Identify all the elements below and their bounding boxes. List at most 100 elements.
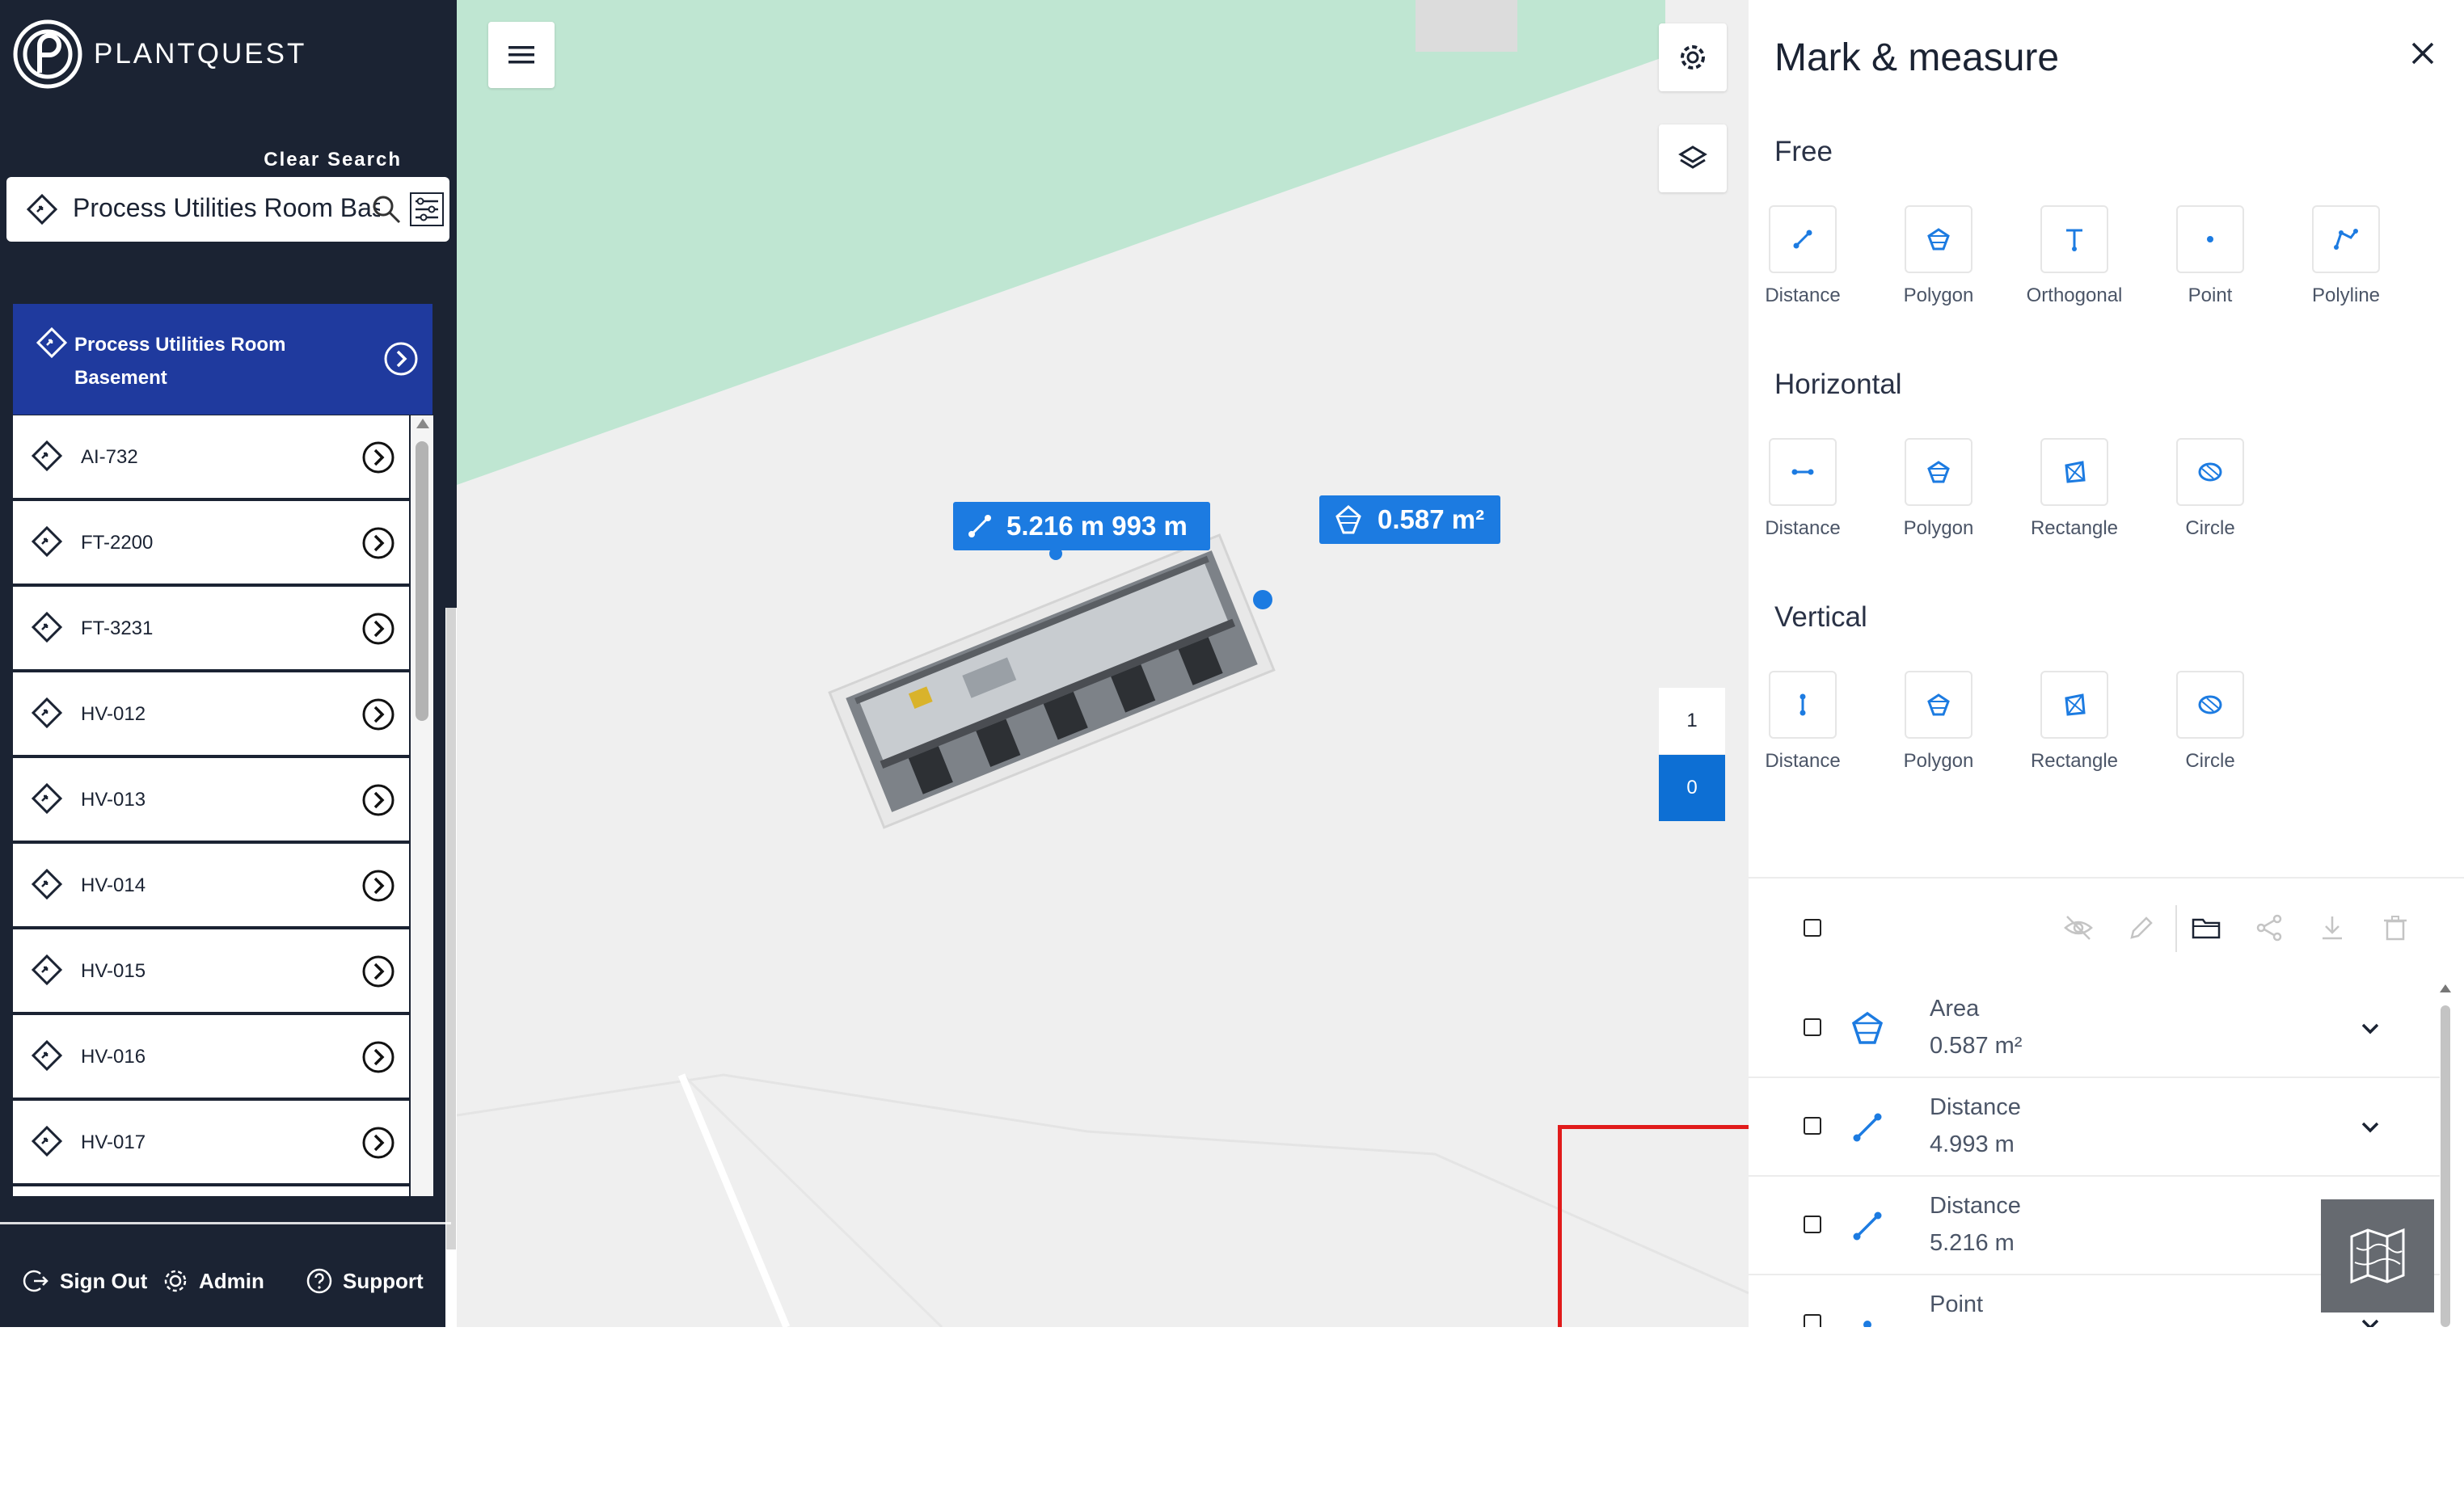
clear-search-link[interactable]: Clear Search bbox=[264, 149, 402, 171]
location-marker-icon bbox=[31, 954, 63, 990]
go-to-icon[interactable] bbox=[361, 440, 396, 479]
menu-button[interactable] bbox=[488, 22, 555, 88]
area-measurement-label[interactable]: 0.587 m² bbox=[1319, 495, 1500, 544]
search-input[interactable]: Process Utilities Room Basement bbox=[73, 193, 380, 223]
results-list: Process Utilities Room Basement AI-732 FT… bbox=[0, 304, 457, 1500]
search-icon[interactable] bbox=[369, 192, 404, 231]
chevron-down-icon[interactable] bbox=[2356, 1015, 2384, 1047]
admin-button[interactable]: Admin bbox=[162, 1261, 264, 1301]
asset-list-item[interactable]: AI-732 bbox=[13, 415, 409, 501]
layers-button[interactable] bbox=[1659, 124, 1727, 192]
hamburger-menu-icon bbox=[508, 46, 534, 64]
sidebar: PLANTQUEST Clear Search Process Utilitie… bbox=[0, 0, 457, 1500]
row-checkbox[interactable] bbox=[1804, 1314, 1821, 1327]
asset-list-item[interactable]: FT-3231 bbox=[13, 587, 409, 672]
asset-label: AI-732 bbox=[81, 446, 138, 468]
asset-list-item[interactable]: HV-014 bbox=[13, 844, 409, 929]
map-overlay-button[interactable] bbox=[2321, 1199, 2434, 1312]
asset-label: FT-2200 bbox=[81, 532, 154, 554]
go-to-icon[interactable] bbox=[361, 611, 396, 651]
gear-icon bbox=[1681, 45, 1705, 70]
sign-out-label: Sign Out bbox=[60, 1268, 148, 1293]
asset-label: FT-3231 bbox=[81, 617, 154, 639]
location-marker-icon bbox=[31, 697, 63, 733]
highlight-annotation-box bbox=[1558, 1125, 1773, 1334]
location-marker-icon bbox=[31, 525, 63, 562]
distance-icon bbox=[1847, 1107, 1888, 1152]
asset-list-item[interactable]: HV-016 bbox=[13, 1015, 409, 1101]
map-view[interactable]: 5.216 m 993 m 0.587 m² 1 0 3D bbox=[457, 0, 1749, 1327]
row-checkbox[interactable] bbox=[1804, 1018, 1821, 1036]
point-icon bbox=[1847, 1304, 1888, 1327]
go-to-icon[interactable] bbox=[361, 1125, 396, 1165]
sign-out-button[interactable]: Sign Out bbox=[23, 1261, 147, 1301]
sidebar-scrollbar[interactable] bbox=[445, 608, 457, 1500]
go-to-icon[interactable] bbox=[361, 697, 396, 736]
asset-list-item[interactable]: HV-013 bbox=[13, 758, 409, 844]
scroll-up-arrow-icon[interactable] bbox=[416, 419, 429, 428]
chevron-down-icon[interactable] bbox=[2356, 1311, 2384, 1327]
asset-list-item[interactable]: FT-2200 bbox=[13, 501, 409, 587]
asset-label: HV-012 bbox=[81, 703, 146, 725]
asset-label: HV-014 bbox=[81, 874, 146, 896]
measurement-type: Distance bbox=[1930, 1094, 2021, 1120]
distance-label-text: 5.216 m 993 m bbox=[1006, 511, 1188, 541]
sidebar-footer: Sign Out Admin Support bbox=[0, 1261, 457, 1301]
floor-button-1[interactable]: 1 bbox=[1659, 688, 1725, 754]
distance-measurement-label[interactable]: 5.216 m 993 m bbox=[953, 502, 1210, 550]
top-panel-tab[interactable] bbox=[1416, 0, 1517, 52]
area-label-text: 0.587 m² bbox=[1378, 504, 1485, 534]
measurement-value: 4.993 m bbox=[1930, 1131, 2015, 1157]
sign-out-icon bbox=[23, 1270, 49, 1292]
measurement-value: 5.216 m bbox=[1930, 1230, 2015, 1256]
go-to-icon[interactable] bbox=[361, 525, 396, 565]
asset-label: HV-017 bbox=[81, 1131, 146, 1153]
go-to-icon[interactable] bbox=[383, 341, 419, 381]
asset-list-item[interactable]: HV-017 bbox=[13, 1101, 409, 1186]
measurement-type: Distance bbox=[1930, 1193, 2021, 1219]
selected-room-item[interactable]: Process Utilities Room Basement bbox=[13, 304, 432, 415]
row-checkbox[interactable] bbox=[1804, 1117, 1821, 1135]
asset-label: HV-016 bbox=[81, 1046, 146, 1068]
measurement-row[interactable]: Area 0.587 m² bbox=[1749, 980, 2440, 1078]
plantquest-logo-icon bbox=[13, 19, 82, 89]
bottom-strip bbox=[0, 1327, 2464, 1336]
scroll-up-arrow-icon[interactable] bbox=[2440, 984, 2451, 992]
filter-icon[interactable] bbox=[409, 192, 445, 231]
measurements-scroll-thumb[interactable] bbox=[2441, 1005, 2450, 1327]
row-checkbox[interactable] bbox=[1804, 1216, 1821, 1233]
go-to-icon[interactable] bbox=[361, 1039, 396, 1079]
plantquest-logo[interactable]: PLANTQUEST bbox=[13, 19, 306, 89]
location-marker-icon bbox=[31, 611, 63, 647]
asset-list: AI-732 FT-2200 FT-3231 HV-012 HV-013 HV-014 HV… bbox=[13, 415, 409, 1196]
location-marker-icon bbox=[31, 868, 63, 904]
asset-list-item[interactable]: HV-012 bbox=[13, 672, 409, 758]
location-marker-icon bbox=[31, 1039, 63, 1076]
go-to-icon[interactable] bbox=[361, 954, 396, 993]
measurements-scrollbar[interactable] bbox=[2437, 978, 2453, 1327]
support-button[interactable]: Support bbox=[306, 1261, 424, 1301]
list-scroll-thumb[interactable] bbox=[416, 441, 428, 721]
map-icon bbox=[2350, 1228, 2405, 1284]
measurement-type: Point bbox=[1930, 1291, 1984, 1317]
go-to-icon[interactable] bbox=[361, 782, 396, 822]
support-label: Support bbox=[343, 1268, 424, 1293]
go-to-icon[interactable] bbox=[361, 868, 396, 908]
room-3d-model[interactable] bbox=[699, 404, 1427, 889]
settings-button[interactable] bbox=[1659, 23, 1727, 91]
asset-list-item[interactable]: HV-015 bbox=[13, 929, 409, 1015]
help-icon bbox=[306, 1268, 332, 1294]
measurement-row[interactable]: Distance 4.993 m bbox=[1749, 1078, 2440, 1177]
search-field[interactable]: Process Utilities Room Basement bbox=[6, 177, 449, 242]
footer-divider bbox=[0, 1222, 451, 1224]
list-scrollbar[interactable] bbox=[411, 415, 433, 1196]
location-marker-icon bbox=[31, 1125, 63, 1161]
sidebar-scroll-thumb[interactable] bbox=[446, 608, 456, 1249]
floor-button-0[interactable]: 0 bbox=[1659, 755, 1725, 821]
location-marker-icon bbox=[31, 440, 63, 476]
measurement-type: Area bbox=[1930, 996, 1980, 1022]
chevron-down-icon[interactable] bbox=[2356, 1114, 2384, 1145]
gear-icon bbox=[164, 1270, 187, 1292]
asset-label: HV-013 bbox=[81, 789, 146, 811]
distance-icon bbox=[968, 515, 991, 537]
